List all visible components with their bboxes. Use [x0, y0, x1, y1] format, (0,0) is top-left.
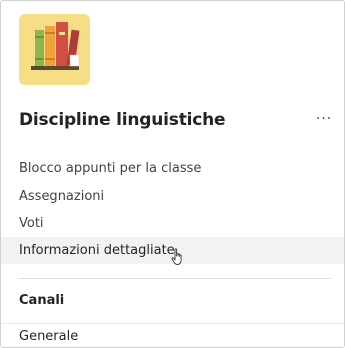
team-panel: Discipline linguistiche ··· Blocco appun…	[0, 0, 345, 348]
divider	[19, 278, 331, 279]
nav-item-assignments[interactable]: Assegnazioni	[1, 183, 344, 210]
nav-item-label: Voti	[19, 216, 44, 231]
team-avatar[interactable]	[19, 14, 90, 85]
channel-item-label: Generale	[19, 329, 79, 344]
nav-item-label: Informazioni dettagliate	[19, 243, 175, 258]
books-on-shelf-icon	[31, 22, 80, 70]
more-options-button[interactable]: ···	[312, 109, 336, 129]
nav-item-label: Assegnazioni	[19, 189, 105, 204]
nav-item-grades[interactable]: Voti	[1, 210, 344, 237]
nav-item-label: Blocco appunti per la classe	[19, 161, 202, 176]
nav-item-class-notebook[interactable]: Blocco appunti per la classe	[1, 155, 344, 182]
hand-pointer-cursor-icon	[171, 248, 182, 265]
team-name: Discipline linguistiche	[19, 110, 226, 130]
more-options-icon: ···	[315, 111, 333, 127]
channel-item-general[interactable]: Generale	[1, 323, 344, 347]
channels-heading: Canali	[19, 293, 65, 308]
